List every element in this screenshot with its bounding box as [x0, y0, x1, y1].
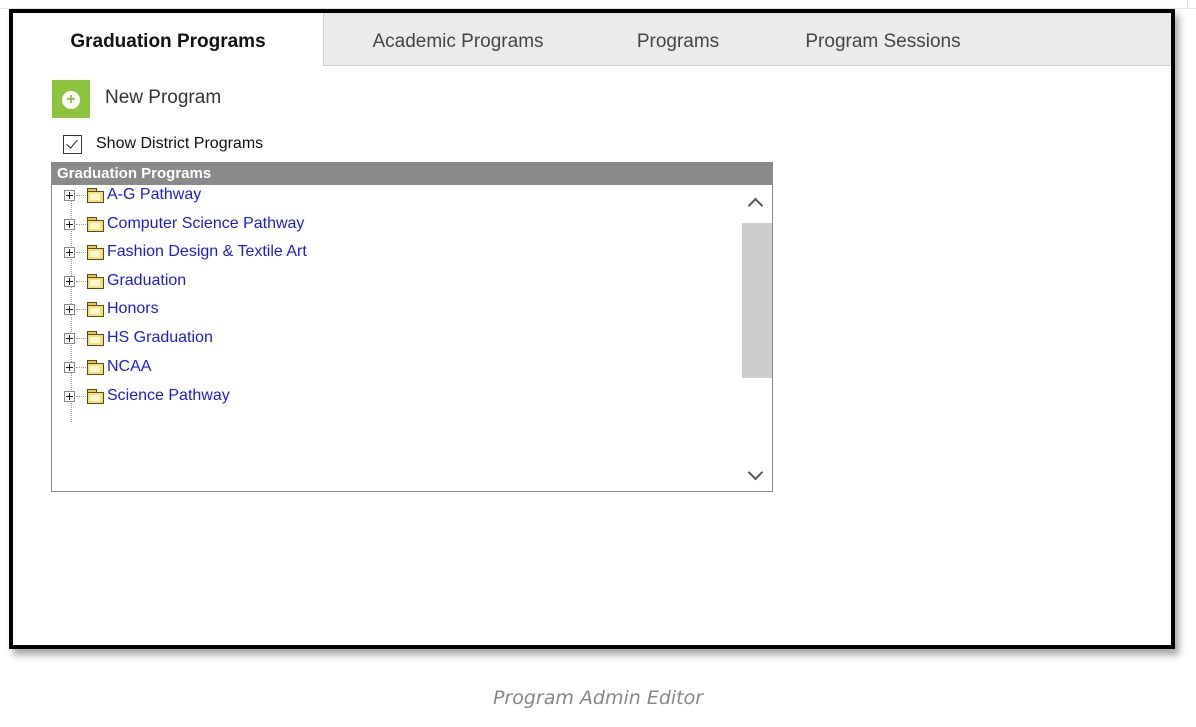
tree-item-link[interactable]: Graduation: [107, 272, 186, 290]
tab-academic-programs[interactable]: Academic Programs: [343, 13, 573, 65]
tree-item: HS Graduation: [64, 326, 213, 350]
plus-circle-icon: +: [62, 91, 80, 109]
folder-icon: [87, 188, 104, 203]
tree-item-link[interactable]: HS Graduation: [107, 329, 213, 347]
show-district-checkbox[interactable]: [63, 135, 82, 154]
tab-program-sessions[interactable]: Program Sessions: [783, 13, 983, 65]
tab-bar: Graduation Programs Academic Programs Pr…: [13, 13, 1171, 66]
expand-icon[interactable]: [64, 303, 75, 315]
expand-icon[interactable]: [64, 390, 75, 402]
tree-item: Honors: [64, 297, 159, 321]
expand-icon[interactable]: [64, 189, 75, 201]
expand-icon[interactable]: [64, 218, 75, 230]
tab-programs[interactable]: Programs: [613, 13, 743, 65]
tree-item: Science Pathway: [64, 384, 230, 408]
folder-icon: [87, 274, 104, 289]
scrollbar-thumb[interactable]: [742, 223, 772, 378]
new-program-button[interactable]: +: [52, 80, 90, 118]
screenshot-frame: Graduation Programs Academic Programs Pr…: [9, 9, 1175, 649]
folder-icon: [87, 389, 104, 404]
tree-item-link[interactable]: Science Pathway: [107, 387, 230, 405]
tree-item: Fashion Design & Textile Art: [64, 240, 307, 264]
checkmark-icon: [66, 136, 78, 149]
tree-item-link[interactable]: NCAA: [107, 358, 151, 376]
tree-item-link[interactable]: Honors: [107, 300, 159, 318]
tree-item: Computer Science Pathway: [64, 212, 304, 236]
tree-item: Graduation: [64, 269, 186, 293]
tree-item-link[interactable]: Computer Science Pathway: [107, 215, 304, 233]
folder-icon: [87, 245, 104, 260]
chevron-down-icon[interactable]: [747, 464, 764, 483]
chevron-up-icon[interactable]: [747, 194, 764, 214]
new-program-label[interactable]: New Program: [105, 87, 221, 109]
page-divider-right: [1187, 0, 1188, 10]
folder-icon: [87, 331, 104, 346]
show-district-label: Show District Programs: [96, 135, 264, 152]
tree-item-link[interactable]: A-G Pathway: [107, 186, 201, 204]
folder-icon: [87, 360, 104, 375]
panel-header: Graduation Programs: [52, 163, 772, 185]
folder-icon: [87, 302, 104, 317]
expand-icon[interactable]: [64, 246, 75, 258]
tree-item: A-G Pathway: [64, 183, 201, 207]
image-caption: Program Admin Editor: [492, 687, 704, 709]
folder-icon: [87, 217, 104, 232]
vertical-scrollbar[interactable]: [739, 186, 772, 491]
expand-icon[interactable]: [64, 361, 75, 373]
graduation-programs-panel: Graduation Programs A-G Pathway Computer…: [51, 162, 773, 492]
tree-item: NCAA: [64, 355, 151, 379]
expand-icon[interactable]: [64, 275, 75, 287]
expand-icon[interactable]: [64, 332, 75, 344]
tab-graduation-programs[interactable]: Graduation Programs: [13, 13, 324, 66]
tree-item-link[interactable]: Fashion Design & Textile Art: [107, 243, 307, 261]
program-tree: A-G Pathway Computer Science Pathway Fas…: [52, 186, 738, 491]
